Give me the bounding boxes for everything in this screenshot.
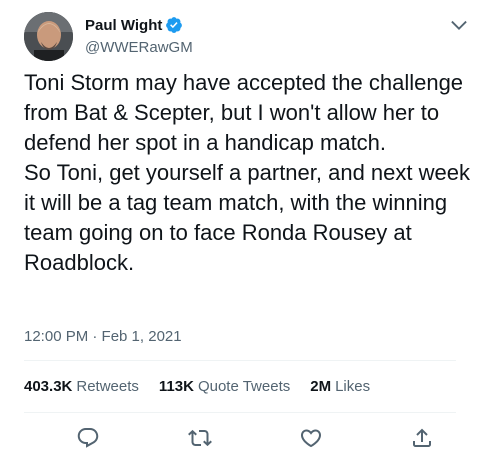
chevron-down-icon[interactable] (448, 14, 470, 36)
retweets-label: Retweets (76, 378, 139, 395)
likes-label: Likes (335, 378, 371, 395)
share-icon[interactable] (410, 426, 434, 450)
tweet-actions (24, 416, 456, 460)
quote-tweets-label: Quote Tweets (197, 378, 291, 395)
tweet-timestamp[interactable]: 12:00 PM · Feb 1, 2021 (24, 328, 182, 345)
likes-count: 2M (310, 378, 332, 395)
quote-tweets-count: 113K (158, 378, 194, 395)
display-name[interactable]: Paul Wight (85, 17, 162, 34)
author-handle[interactable]: @WWERawGM (85, 39, 193, 56)
quote-tweets-stat[interactable]: 113K Quote Tweets (159, 378, 290, 395)
heart-icon[interactable] (299, 426, 323, 450)
retweets-count: 403.3K (24, 378, 73, 395)
tweet-text: Toni Storm may have accepted the challen… (24, 70, 470, 275)
author-names: Paul Wight @WWERawGM (85, 15, 193, 57)
divider (24, 412, 456, 413)
retweets-stat[interactable]: 403.3K Retweets (24, 378, 139, 395)
tweet-stats: 403.3K Retweets 113K Quote Tweets 2M Likes (24, 378, 390, 395)
tweet-header: Paul Wight @WWERawGM (24, 10, 470, 61)
tweet-card: Paul Wight @WWERawGM Toni Storm may have… (0, 0, 480, 465)
verified-badge-icon (165, 16, 183, 34)
avatar[interactable] (24, 12, 73, 61)
reply-icon[interactable] (76, 426, 100, 450)
retweet-icon[interactable] (188, 426, 212, 450)
divider (24, 360, 456, 361)
likes-stat[interactable]: 2M Likes (310, 378, 370, 395)
display-name-row: Paul Wight (85, 15, 193, 35)
avatar-image (24, 12, 73, 61)
